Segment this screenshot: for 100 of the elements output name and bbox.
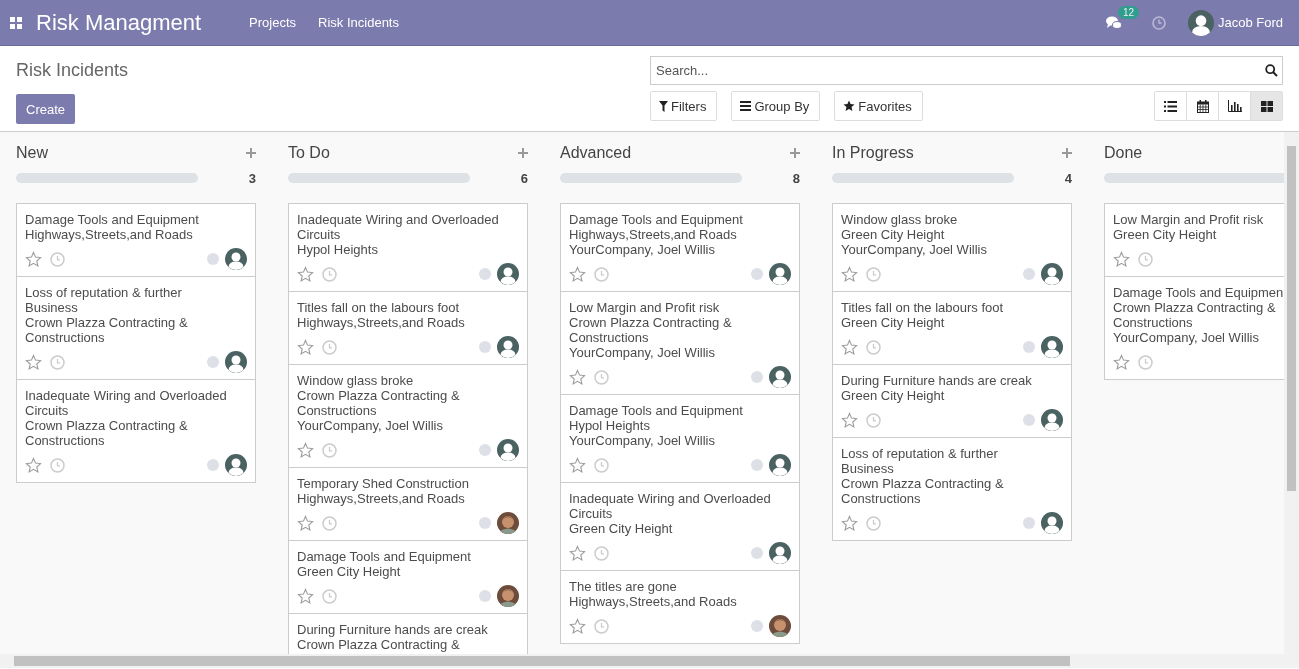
clock-icon[interactable] — [866, 412, 881, 428]
star-icon[interactable] — [569, 456, 586, 474]
star-icon[interactable] — [1113, 353, 1130, 371]
favorites-button[interactable]: Favorites — [834, 91, 923, 121]
clock-icon[interactable] — [594, 266, 609, 282]
clock-icon[interactable] — [1138, 251, 1153, 267]
card-title[interactable]: Damage Tools and Equipment — [25, 212, 237, 227]
clock-icon[interactable] — [50, 251, 65, 267]
clock-icon[interactable] — [322, 588, 337, 604]
status-dot[interactable] — [1023, 414, 1035, 426]
clock-icon[interactable] — [322, 442, 337, 458]
card-title[interactable]: Inadequate Wiring and Overloaded Circuits — [569, 491, 781, 521]
clock-icon[interactable] — [322, 515, 337, 531]
card-title[interactable]: Loss of reputation & further Business — [841, 446, 1053, 476]
clock-icon[interactable] — [322, 339, 337, 355]
status-dot[interactable] — [1023, 268, 1035, 280]
status-dot[interactable] — [479, 341, 491, 353]
card-title[interactable]: Window glass broke — [841, 212, 1053, 227]
status-dot[interactable] — [751, 459, 763, 471]
star-icon[interactable] — [297, 587, 314, 605]
add-icon[interactable] — [790, 148, 800, 158]
clock-icon[interactable] — [866, 515, 881, 531]
vertical-scrollbar[interactable] — [1284, 132, 1299, 654]
clock-icon[interactable] — [322, 266, 337, 282]
clock-icon[interactable] — [1138, 354, 1153, 370]
star-icon[interactable] — [569, 617, 586, 635]
column-title: Advanced — [560, 144, 632, 162]
apps-menu-icon[interactable] — [10, 16, 22, 29]
chat-icon[interactable] — [1105, 15, 1122, 30]
star-icon[interactable] — [569, 368, 586, 386]
list-view-icon[interactable] — [1155, 92, 1187, 120]
clock-icon[interactable] — [866, 339, 881, 355]
card-location: Green City Height — [569, 521, 674, 536]
kanban-view-icon[interactable] — [1251, 92, 1282, 120]
status-dot[interactable] — [1023, 517, 1035, 529]
status-dot[interactable] — [479, 444, 491, 456]
clock-icon[interactable] — [594, 457, 609, 473]
card-title[interactable]: Titles fall on the labours foot — [297, 300, 509, 315]
status-dot[interactable] — [751, 620, 763, 632]
clock-icon[interactable] — [50, 354, 65, 370]
card-title[interactable]: Inadequate Wiring and Overloaded Circuits — [25, 388, 237, 418]
star-icon[interactable] — [841, 338, 858, 356]
clock-icon[interactable] — [594, 545, 609, 561]
status-dot[interactable] — [751, 547, 763, 559]
star-icon[interactable] — [25, 456, 42, 474]
card-title[interactable]: Damage Tools and Equipment — [569, 212, 781, 227]
card-title[interactable]: Low Margin and Profit risk — [1113, 212, 1284, 227]
clock-icon[interactable] — [594, 369, 609, 385]
search-field[interactable]: Search... — [650, 56, 1283, 85]
star-icon[interactable] — [297, 441, 314, 459]
star-icon[interactable] — [25, 353, 42, 371]
menu-item[interactable]: Projects — [249, 15, 297, 30]
column-title: New — [16, 144, 48, 162]
status-dot[interactable] — [1023, 341, 1035, 353]
add-icon[interactable] — [246, 148, 256, 158]
star-icon[interactable] — [25, 250, 42, 268]
card-title[interactable]: During Furniture hands are creak — [297, 622, 509, 637]
card-title[interactable]: Window glass broke — [297, 373, 509, 388]
star-icon[interactable] — [297, 514, 314, 532]
star-icon[interactable] — [841, 265, 858, 283]
status-dot[interactable] — [751, 268, 763, 280]
card-title[interactable]: Temporary Shed Construction — [297, 476, 509, 491]
status-dot[interactable] — [207, 459, 219, 471]
status-dot[interactable] — [207, 356, 219, 368]
card-title[interactable]: Low Margin and Profit risk — [569, 300, 781, 315]
star-icon[interactable] — [569, 544, 586, 562]
card-title[interactable]: Damage Tools and Equipment — [569, 403, 781, 418]
card-title[interactable]: Damage Tools and Equipmen — [1113, 285, 1284, 300]
card-title[interactable]: Damage Tools and Equipment — [297, 549, 509, 564]
card-title[interactable]: During Furniture hands are creak — [841, 373, 1053, 388]
horizontal-scrollbar[interactable] — [0, 654, 1299, 668]
card-title[interactable]: Loss of reputation & further Business — [25, 285, 237, 315]
create-button[interactable]: Create — [16, 94, 76, 124]
status-dot[interactable] — [479, 268, 491, 280]
card-title[interactable]: The titles are gone — [569, 579, 781, 594]
star-icon[interactable] — [841, 411, 858, 429]
star-icon[interactable] — [841, 514, 858, 532]
star-icon[interactable] — [297, 265, 314, 283]
star-icon[interactable] — [297, 338, 314, 356]
group-by-button[interactable]: Group By — [731, 91, 821, 121]
star-icon[interactable] — [1113, 250, 1130, 268]
search-icon[interactable] — [1265, 64, 1278, 77]
clock-icon[interactable] — [50, 457, 65, 473]
status-dot[interactable] — [207, 253, 219, 265]
status-dot[interactable] — [479, 517, 491, 529]
card-title[interactable]: Inadequate Wiring and Overloaded Circuits — [297, 212, 509, 242]
card-title[interactable]: Titles fall on the labours foot — [841, 300, 1053, 315]
clock-icon[interactable] — [1151, 15, 1166, 30]
menu-item[interactable]: Risk Incidents — [318, 15, 399, 30]
status-dot[interactable] — [479, 590, 491, 602]
add-icon[interactable] — [518, 148, 528, 158]
add-icon[interactable] — [1062, 148, 1072, 158]
clock-icon[interactable] — [594, 618, 609, 634]
user-name[interactable]: Jacob Ford — [1217, 15, 1283, 30]
filters-button[interactable]: Filters — [650, 91, 718, 121]
star-icon[interactable] — [569, 265, 586, 283]
status-dot[interactable] — [751, 371, 763, 383]
card-location: Hypol Heights — [569, 418, 651, 433]
clock-icon[interactable] — [866, 266, 881, 282]
card-location: Crown Plazza Contracting & Constructions — [569, 315, 733, 345]
